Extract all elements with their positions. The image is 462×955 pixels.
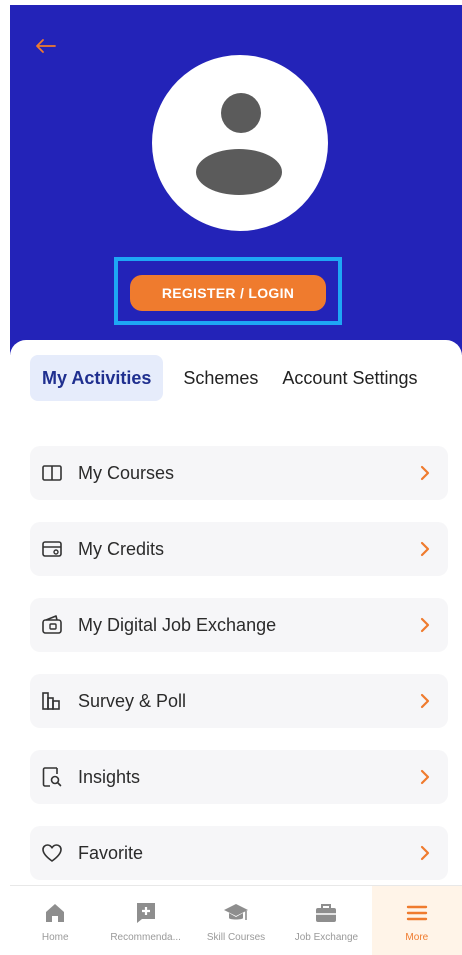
- menu-item-my-courses[interactable]: My Courses: [30, 446, 448, 500]
- nav-label: Job Exchange: [294, 932, 359, 943]
- chevron-right-icon: [420, 769, 430, 785]
- menu-list: My Courses My Credits My Digital Job Exc…: [30, 446, 448, 902]
- tab-bar: My Activities Schemes Account Settings: [30, 354, 462, 402]
- avatar-body: [196, 149, 282, 195]
- menu-item-my-credits[interactable]: My Credits: [30, 522, 448, 576]
- back-button[interactable]: [30, 31, 60, 61]
- bar-chart-icon: [42, 692, 60, 710]
- menu-item-label: Favorite: [78, 842, 144, 863]
- menu-item-digital-job-exchange[interactable]: My Digital Job Exchange: [30, 598, 448, 652]
- nav-label: More: [405, 932, 429, 943]
- chevron-right-icon: [420, 541, 430, 557]
- wallet-icon: [42, 615, 62, 634]
- register-login-button[interactable]: REGISTER / LOGIN: [130, 275, 326, 311]
- bottom-navigation: Home Recommenda... Skill Courses Job Exc…: [10, 885, 462, 955]
- activities-panel: My Activities Schemes Account Settings M…: [10, 340, 462, 890]
- nav-label: Recommenda...: [110, 932, 181, 943]
- menu-item-favorite[interactable]: Favorite: [30, 826, 448, 880]
- menu-item-insights[interactable]: Insights: [30, 750, 448, 804]
- arrow-left-icon: [36, 39, 56, 53]
- tab-account-settings[interactable]: Account Settings: [270, 355, 429, 401]
- graduation-cap-icon: [224, 904, 249, 920]
- tab-schemes[interactable]: Schemes: [171, 355, 270, 401]
- menu-item-label: My Credits: [78, 538, 165, 559]
- chevron-right-icon: [420, 617, 430, 633]
- nav-job-exchange[interactable]: Job Exchange: [281, 886, 371, 955]
- menu-icon: [406, 905, 428, 921]
- menu-item-label: My Digital Job Exchange: [78, 614, 277, 635]
- menu-item-label: Survey & Poll: [78, 690, 187, 711]
- nav-recommendations[interactable]: Recommenda...: [100, 886, 190, 955]
- book-icon: [42, 465, 62, 481]
- menu-item-label: My Courses: [78, 462, 175, 483]
- chevron-right-icon: [420, 845, 430, 861]
- nav-label: Home: [41, 932, 69, 943]
- nav-skill-courses[interactable]: Skill Courses: [191, 886, 281, 955]
- heart-icon: [42, 844, 62, 862]
- avatar-head: [221, 93, 261, 133]
- document-search-icon: [42, 767, 62, 787]
- nav-label: Skill Courses: [206, 932, 266, 943]
- user-avatar-icon: [152, 55, 328, 231]
- credit-card-icon: [42, 541, 62, 557]
- nav-more[interactable]: More: [371, 886, 462, 955]
- home-icon: [46, 904, 65, 922]
- menu-item-label: Insights: [78, 766, 141, 787]
- chevron-right-icon: [420, 693, 430, 709]
- tab-my-activities[interactable]: My Activities: [30, 355, 164, 401]
- chevron-right-icon: [420, 465, 430, 481]
- briefcase-icon: [316, 904, 337, 922]
- menu-item-survey-poll[interactable]: Survey & Poll: [30, 674, 448, 728]
- recommend-icon: [136, 903, 155, 923]
- nav-home[interactable]: Home: [10, 886, 100, 955]
